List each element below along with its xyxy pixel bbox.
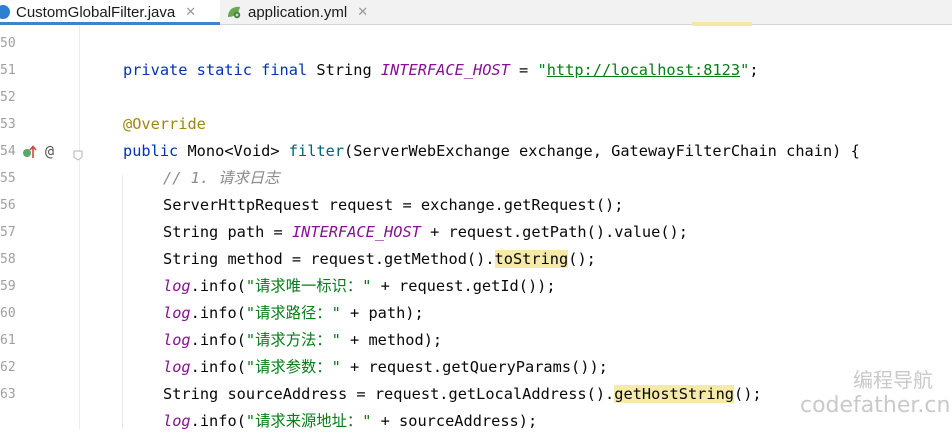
tab-label: CustomGlobalFilter.java bbox=[16, 3, 176, 21]
line-number: 54 bbox=[0, 144, 16, 159]
tab-label: application.yml bbox=[248, 3, 348, 21]
code-line: log.info("请求路径：" + path); bbox=[163, 300, 424, 327]
code-text: .info( bbox=[190, 358, 246, 376]
code-text: .info( bbox=[190, 412, 246, 430]
code-text: = bbox=[509, 61, 538, 79]
code-line: ServerHttpRequest request = exchange.get… bbox=[163, 196, 624, 214]
string-quote: " bbox=[740, 61, 750, 79]
code-line: String method = request.getMethod().toSt… bbox=[163, 246, 596, 273]
string-quote: " bbox=[537, 61, 547, 79]
code-text: + request.getQueryParams()); bbox=[340, 358, 608, 376]
code-line: log.info("请求参数：" + request.getQueryParam… bbox=[163, 354, 608, 381]
line-number: 52 bbox=[0, 90, 16, 105]
code-line: String sourceAddress = request.getLocalA… bbox=[163, 381, 762, 408]
code-text: + request.getId()); bbox=[371, 277, 556, 295]
code-text: (ServerWebExchange exchange, GatewayFilt… bbox=[344, 142, 860, 160]
constant: INTERFACE_HOST bbox=[291, 223, 421, 241]
field: log bbox=[163, 358, 191, 376]
code-text: (); bbox=[734, 385, 762, 403]
code-text: String sourceAddress = request.getLocalA… bbox=[163, 385, 615, 403]
code-text: + request.getPath().value(); bbox=[420, 223, 688, 241]
code-line: public Mono<Void> filter(ServerWebExchan… bbox=[123, 138, 860, 165]
yaml-file-icon bbox=[226, 5, 242, 19]
line-number: 51 bbox=[0, 63, 16, 78]
override-marker-icon[interactable]: @ bbox=[45, 138, 54, 165]
code-text: .info( bbox=[190, 331, 246, 349]
close-icon[interactable]: ✕ bbox=[357, 4, 368, 20]
code-text: String bbox=[307, 61, 381, 79]
java-class-icon bbox=[0, 5, 10, 19]
tab-application-yml[interactable]: application.yml ✕ bbox=[226, 0, 396, 24]
highlighted-method: getHostString bbox=[614, 385, 735, 403]
field: log bbox=[163, 277, 191, 295]
code-editor[interactable]: 50 51 52 53 54 55 56 57 58 59 60 61 62 6… bbox=[0, 25, 952, 430]
field: log bbox=[163, 412, 191, 430]
code-lines[interactable]: private static final String INTERFACE_HO… bbox=[80, 25, 952, 430]
line-number: 62 bbox=[0, 360, 16, 375]
field: log bbox=[163, 304, 191, 322]
string: "请求路径：" bbox=[245, 304, 341, 322]
code-text: Mono<Void> bbox=[178, 142, 289, 160]
code-line: log.info("请求唯一标识：" + request.getId()); bbox=[163, 273, 556, 300]
editor-tab-bar: CustomGlobalFilter.java ✕ application.ym… bbox=[0, 0, 952, 25]
code-line: log.info("请求来源地址：" + sourceAddress); bbox=[163, 408, 537, 435]
line-gutter: 50 51 52 53 54 55 56 57 58 59 60 61 62 6… bbox=[0, 25, 83, 429]
method-name: filter bbox=[288, 142, 345, 160]
highlighted-method: toString bbox=[494, 250, 569, 268]
line-number: 57 bbox=[0, 225, 16, 240]
annotation: @Override bbox=[123, 115, 206, 133]
keyword: private static final bbox=[123, 61, 308, 79]
string: "请求唯一标识：" bbox=[245, 277, 372, 295]
code-text: ; bbox=[749, 61, 759, 79]
line-number: 60 bbox=[0, 306, 16, 321]
code-text: (); bbox=[568, 250, 596, 268]
code-text: + path); bbox=[340, 304, 424, 322]
line-number: 56 bbox=[0, 198, 16, 213]
line-number: 61 bbox=[0, 333, 16, 348]
code-line: log.info("请求方法：" + method); bbox=[163, 327, 442, 354]
tab-custom-global-filter[interactable]: CustomGlobalFilter.java ✕ bbox=[0, 0, 220, 25]
line-number: 53 bbox=[0, 117, 16, 132]
implements-method-icon[interactable] bbox=[22, 144, 38, 160]
code-text: .info( bbox=[190, 304, 246, 322]
line-number: 63 bbox=[0, 387, 16, 402]
watermark-title: 编程导航 bbox=[853, 368, 933, 392]
code-text: .info( bbox=[190, 277, 246, 295]
string: "请求来源地址：" bbox=[245, 412, 372, 430]
watermark-url: codefather.cn bbox=[800, 393, 951, 418]
field: log bbox=[163, 331, 191, 349]
url-link[interactable]: http://localhost:8123 bbox=[547, 61, 740, 79]
code-text: String path = bbox=[163, 223, 292, 241]
string: "请求参数：" bbox=[245, 358, 341, 376]
code-text: + sourceAddress); bbox=[371, 412, 538, 430]
close-icon[interactable]: ✕ bbox=[185, 4, 196, 20]
keyword: public bbox=[123, 142, 179, 160]
line-number: 55 bbox=[0, 171, 16, 186]
line-number: 58 bbox=[0, 252, 16, 267]
code-line: String path = INTERFACE_HOST + request.g… bbox=[163, 219, 688, 246]
comment: // 1. 请求日志 bbox=[163, 169, 280, 187]
code-line: private static final String INTERFACE_HO… bbox=[123, 57, 759, 84]
constant: INTERFACE_HOST bbox=[380, 61, 510, 79]
string: "请求方法：" bbox=[245, 331, 341, 349]
code-text: String method = request.getMethod(). bbox=[163, 250, 495, 268]
line-number: 59 bbox=[0, 279, 16, 294]
code-text: + method); bbox=[340, 331, 443, 349]
line-number: 50 bbox=[0, 36, 16, 51]
